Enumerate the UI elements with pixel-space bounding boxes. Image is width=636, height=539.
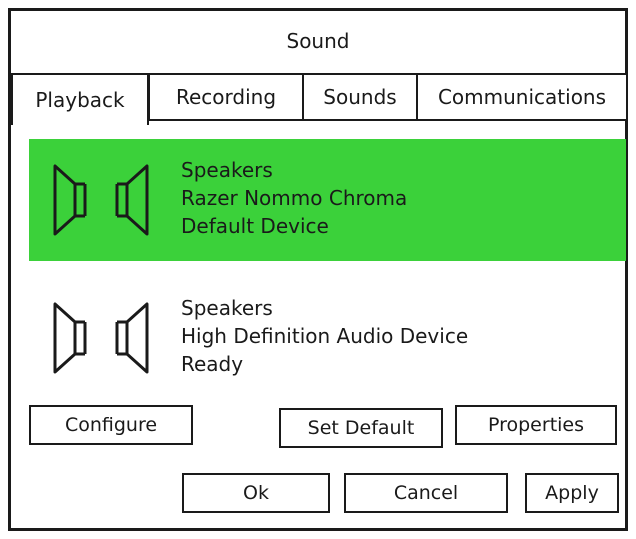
apply-button[interactable]: Apply [525,473,619,513]
device-info: Speakers Razer Nommo Chroma Default Devi… [181,156,407,240]
sound-dialog: Sound Playback Recording Sounds Communic… [8,8,628,531]
device-status: Ready [181,352,244,376]
speakers-icon [53,164,149,236]
device-info: Speakers High Definition Audio Device Re… [181,294,468,378]
cancel-button[interactable]: Cancel [344,473,508,513]
tab-sounds[interactable]: Sounds [302,73,418,121]
ok-button[interactable]: Ok [182,473,330,513]
device-type: Speakers [181,158,273,182]
tab-playback[interactable]: Playback [11,73,149,125]
device-name: High Definition Audio Device [181,324,469,348]
device-item-razer-nommo-chroma[interactable]: Speakers Razer Nommo Chroma Default Devi… [29,139,626,261]
device-type: Speakers [181,296,273,320]
tab-recording[interactable]: Recording [148,73,304,121]
device-status: Default Device [181,214,329,238]
properties-button[interactable]: Properties [455,405,617,445]
speakers-icon [53,302,149,374]
device-name: Razer Nommo Chroma [181,186,408,210]
set-default-button[interactable]: Set Default [279,408,443,448]
configure-button[interactable]: Configure [29,405,193,445]
tab-communications[interactable]: Communications [416,73,628,121]
dialog-title: Sound [286,29,350,53]
device-item-hd-audio[interactable]: Speakers High Definition Audio Device Re… [29,277,626,399]
